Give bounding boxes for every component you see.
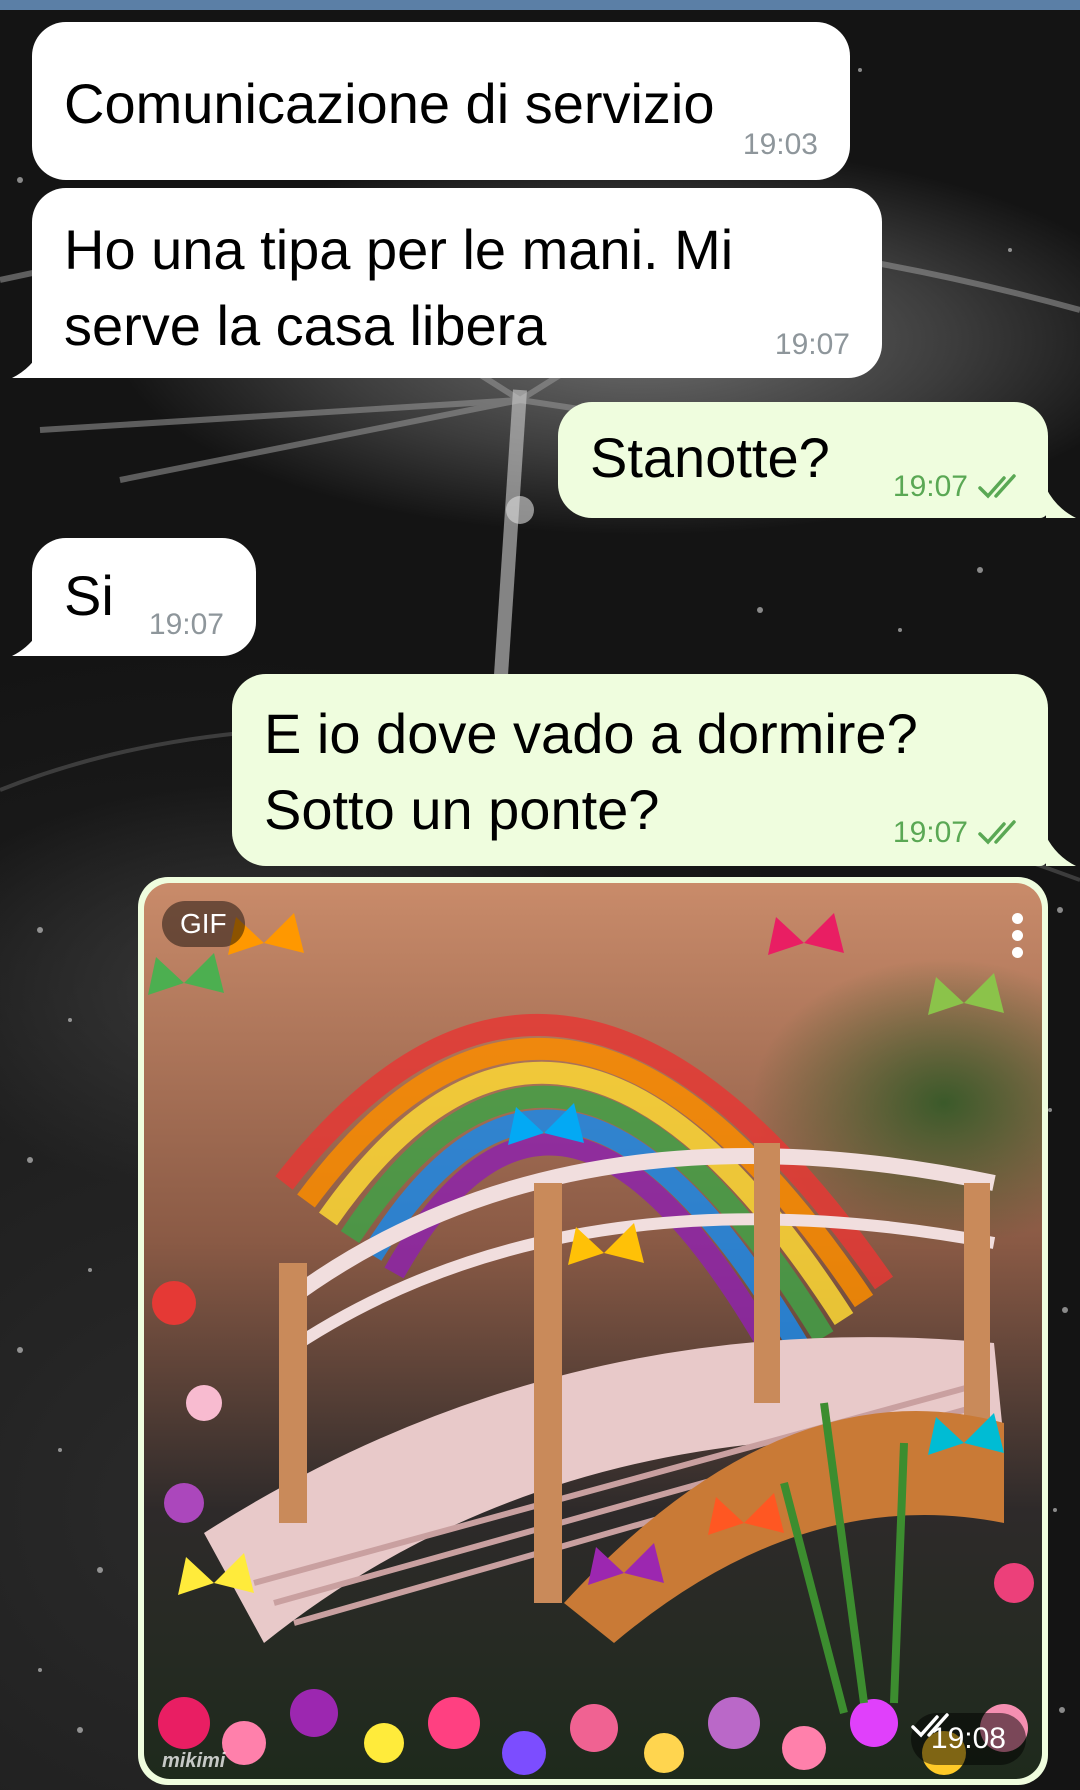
message-text: Si (64, 564, 114, 627)
message-text: E io dove vado a dormire? Sotto un ponte… (264, 702, 918, 841)
message-time: 19:07 (774, 328, 850, 361)
gif-time-badge: 19:08 (910, 1713, 1026, 1765)
bubble-tail (1046, 488, 1076, 518)
message-incoming[interactable]: Comunicazione di servizio 19:03 (32, 22, 850, 180)
gif-badge: GIF (162, 901, 245, 947)
gif-message[interactable]: GIF mikimi 19:08 (138, 877, 1048, 1785)
double-check-icon (978, 474, 1016, 499)
message-time: 19:07 (148, 608, 224, 641)
message-outgoing[interactable]: Stanotte? 19:07 (558, 402, 1048, 518)
top-status-strip (0, 0, 1080, 10)
bubble-tail (12, 626, 42, 656)
bubble-tail (1046, 836, 1076, 866)
message-time: 19:07 (892, 470, 968, 503)
message-outgoing[interactable]: E io dove vado a dormire? Sotto un ponte… (232, 674, 1048, 866)
message-text: Stanotte? (590, 426, 830, 489)
more-vertical-icon[interactable] (1012, 913, 1024, 961)
message-time: 19:03 (742, 128, 818, 161)
bubble-tail (12, 348, 42, 378)
message-incoming[interactable]: Si 19:07 (32, 538, 256, 656)
message-incoming[interactable]: Ho una tipa per le mani. Mi serve la cas… (32, 188, 882, 378)
double-check-icon (911, 1713, 949, 1738)
message-text: Ho una tipa per le mani. Mi serve la cas… (64, 218, 734, 357)
message-time: 19:07 (892, 816, 968, 849)
gif-watermark: mikimi (162, 1750, 226, 1772)
double-check-icon (978, 820, 1016, 845)
gif-animation[interactable]: GIF mikimi 19:08 (144, 883, 1042, 1779)
message-text: Comunicazione di servizio (64, 72, 715, 135)
